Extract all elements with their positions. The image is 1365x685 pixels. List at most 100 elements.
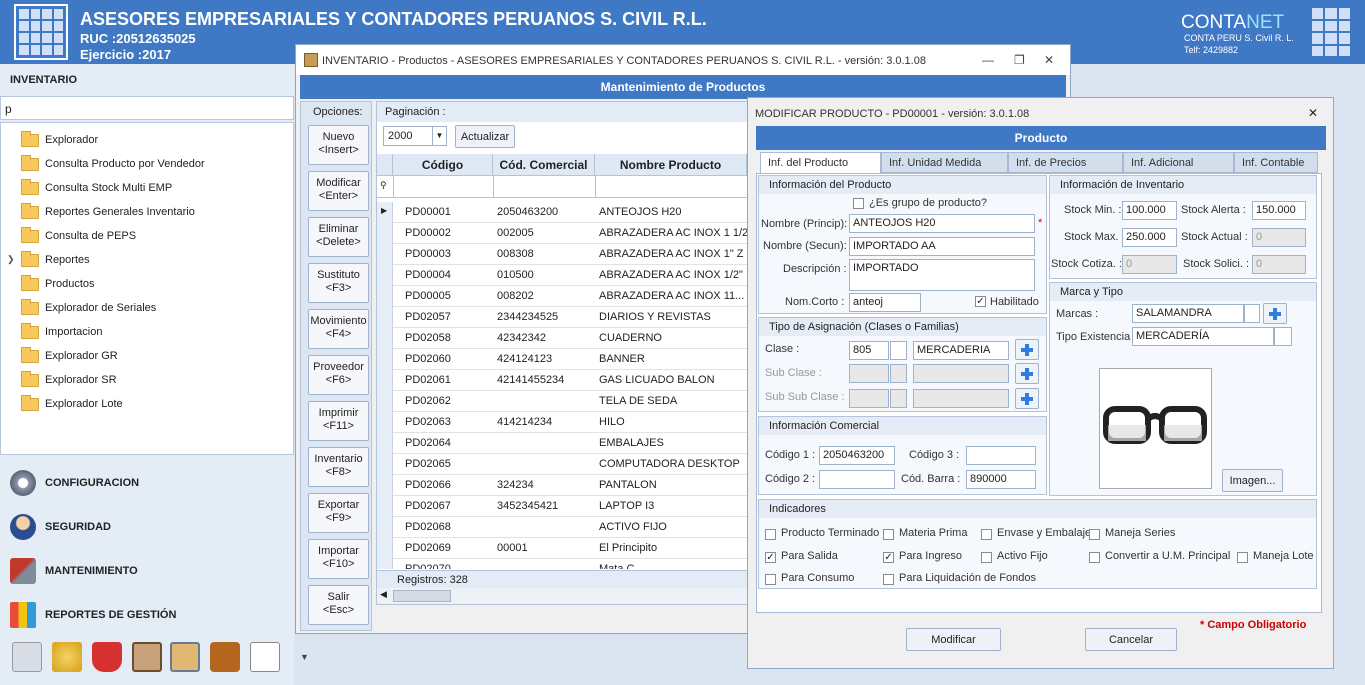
column-header-codigo[interactable]: Código bbox=[393, 154, 493, 176]
coins-icon[interactable] bbox=[52, 642, 82, 672]
more-dropdown-icon[interactable]: ▼ bbox=[300, 652, 309, 662]
table-row[interactable]: PD02067 3452345421 LAPTOP I3 bbox=[377, 496, 747, 517]
column-header-cod-comercial[interactable]: Cód. Comercial bbox=[493, 154, 595, 176]
row-selector[interactable] bbox=[377, 286, 393, 307]
indicator-checkbox[interactable] bbox=[981, 529, 992, 540]
indicator-checkbox[interactable] bbox=[981, 552, 992, 563]
tree-item-explorador-sr[interactable]: Explorador SR bbox=[21, 370, 117, 390]
scroll-left-icon[interactable]: ◀ bbox=[380, 589, 387, 600]
proveedor-button[interactable]: Proveedor <F6> bbox=[308, 355, 369, 395]
row-selector[interactable] bbox=[377, 475, 393, 496]
indicator-checkbox[interactable] bbox=[1089, 552, 1100, 563]
codigo2-input[interactable] bbox=[819, 470, 895, 489]
table-row[interactable]: PD00002 002005 ABRAZADERA AC INOX 1 1/2" bbox=[377, 223, 747, 244]
marcas-lookup[interactable] bbox=[1244, 304, 1260, 323]
table-row[interactable]: PD02057 2344234525 DIARIOS Y REVISTAS bbox=[377, 307, 747, 328]
nav-reportes-gestion[interactable]: REPORTES DE GESTIÓN bbox=[10, 598, 176, 632]
importar-button[interactable]: Importar <F10> bbox=[308, 539, 369, 579]
page-size-select[interactable]: 2000 ▼ bbox=[383, 126, 447, 146]
subclase-input[interactable] bbox=[849, 364, 889, 383]
tab-inf-contable[interactable]: Inf. Contable bbox=[1234, 152, 1318, 173]
tab-inf-producto[interactable]: Inf. del Producto bbox=[760, 152, 881, 173]
secun-input[interactable]: IMPORTADO AA bbox=[849, 237, 1035, 256]
calculator-icon[interactable] bbox=[12, 642, 42, 672]
marcas-input[interactable]: SALAMANDRA bbox=[1132, 304, 1244, 323]
tree-item-peps[interactable]: Consulta de PEPS bbox=[21, 226, 136, 246]
row-selector[interactable] bbox=[377, 412, 393, 433]
table-row[interactable]: PD02065 COMPUTADORA DESKTOP bbox=[377, 454, 747, 475]
codigo1-input[interactable]: 2050463200 bbox=[819, 446, 895, 465]
row-selector[interactable] bbox=[377, 517, 393, 538]
filter-row[interactable]: ⚲ bbox=[377, 176, 747, 198]
tipo-existencia-input[interactable]: MERCADERÍA bbox=[1132, 327, 1274, 346]
indicator-checkbox[interactable] bbox=[765, 529, 776, 540]
nombre-input[interactable]: ANTEOJOS H20 bbox=[849, 214, 1035, 233]
add-clase-icon[interactable] bbox=[1015, 339, 1039, 360]
tipo-existencia-lookup[interactable] bbox=[1274, 327, 1292, 346]
table-row[interactable]: PD02064 EMBALAJES bbox=[377, 433, 747, 454]
stock-alerta-input[interactable]: 150.000 bbox=[1252, 201, 1306, 220]
search-input[interactable]: p bbox=[0, 96, 294, 120]
table-row[interactable]: PD02062 TELA DE SEDA bbox=[377, 391, 747, 412]
close-icon[interactable]: ✕ bbox=[1308, 106, 1318, 120]
table-row[interactable]: PD00004 010500 ABRAZADERA AC INOX 1/2" bbox=[377, 265, 747, 286]
nav-seguridad[interactable]: SEGURIDAD bbox=[10, 510, 111, 544]
tree-item-consulta-vendedor[interactable]: Consulta Producto por Vendedor bbox=[21, 154, 205, 174]
indicator-checkbox[interactable]: ✓ bbox=[765, 552, 776, 563]
row-selector[interactable] bbox=[377, 349, 393, 370]
indicator-checkbox[interactable]: ✓ bbox=[883, 552, 894, 563]
nav-configuracion[interactable]: CONFIGURACION bbox=[10, 466, 139, 500]
row-selector[interactable] bbox=[377, 370, 393, 391]
inventario-button[interactable]: Inventario <F8> bbox=[308, 447, 369, 487]
wallet-icon[interactable] bbox=[210, 642, 240, 672]
table-row[interactable]: PD00003 008308 ABRAZADERA AC INOX 1" Z bbox=[377, 244, 747, 265]
desc-textarea[interactable]: IMPORTADO bbox=[849, 259, 1035, 291]
tree-item-seriales[interactable]: Explorador de Seriales bbox=[21, 298, 156, 318]
imprimir-button[interactable]: Imprimir <F11> bbox=[308, 401, 369, 441]
column-header-nombre[interactable]: Nombre Producto bbox=[595, 154, 747, 176]
row-selector[interactable] bbox=[377, 328, 393, 349]
table-row[interactable]: PD02060 424124123 BANNER bbox=[377, 349, 747, 370]
movimiento-button[interactable]: Movimiento <F4> bbox=[308, 309, 369, 349]
habilitado-checkbox[interactable]: ✓ bbox=[975, 296, 986, 307]
imagen-button[interactable]: Imagen... bbox=[1222, 469, 1283, 492]
table-row[interactable]: PD02058 42342342 CUADERNO bbox=[377, 328, 747, 349]
tree-item-reportes[interactable]: Reportes bbox=[21, 250, 90, 270]
table-row[interactable]: ▶ PD00001 2050463200 ANTEOJOS H20 bbox=[377, 202, 747, 223]
stock-min-input[interactable]: 100.000 bbox=[1122, 201, 1177, 220]
table-row[interactable]: PD02069 00001 El Principito bbox=[377, 538, 747, 559]
nuevo-button[interactable]: Nuevo <Insert> bbox=[308, 125, 369, 165]
cancelar-button[interactable]: Cancelar bbox=[1085, 628, 1177, 651]
row-selector[interactable] bbox=[377, 265, 393, 286]
tree-item-consulta-stock[interactable]: Consulta Stock Multi EMP bbox=[21, 178, 172, 198]
stock-max-input[interactable]: 250.000 bbox=[1122, 228, 1177, 247]
tab-inf-precios[interactable]: Inf. de Precios bbox=[1008, 152, 1123, 173]
scroll-thumb[interactable] bbox=[393, 590, 451, 602]
table-row[interactable]: PD02068 ACTIVO FIJO bbox=[377, 517, 747, 538]
tab-inf-unidad-medida[interactable]: Inf. Unidad Medida bbox=[881, 152, 1008, 173]
table-row[interactable]: PD02063 414214234 HILO bbox=[377, 412, 747, 433]
table-row[interactable]: PD02061 42141455234 GAS LICUADO BALON bbox=[377, 370, 747, 391]
add-marca-icon[interactable] bbox=[1263, 303, 1287, 324]
row-selector[interactable] bbox=[377, 496, 393, 517]
tree-item-explorador[interactable]: Explorador bbox=[21, 130, 98, 150]
indicator-checkbox[interactable] bbox=[765, 574, 776, 585]
invoice-icon[interactable] bbox=[250, 642, 280, 672]
row-selector[interactable] bbox=[377, 223, 393, 244]
row-selector[interactable] bbox=[377, 244, 393, 265]
tree-item-importacion[interactable]: Importacion bbox=[21, 322, 102, 342]
restore-icon[interactable]: ❐ bbox=[1014, 53, 1025, 67]
salir-button[interactable]: Salir <Esc> bbox=[308, 585, 369, 625]
sustituto-button[interactable]: Sustituto <F3> bbox=[308, 263, 369, 303]
table-row[interactable]: PD00005 008202 ABRAZADERA AC INOX 11... bbox=[377, 286, 747, 307]
tree-item-productos[interactable]: Productos bbox=[21, 274, 95, 294]
corto-input[interactable]: anteoj bbox=[849, 293, 921, 312]
clase-lookup[interactable] bbox=[890, 341, 907, 360]
row-selector[interactable] bbox=[377, 307, 393, 328]
expand-arrow-icon[interactable]: ❯ bbox=[7, 254, 15, 265]
row-selector[interactable] bbox=[377, 433, 393, 454]
indicator-checkbox[interactable] bbox=[1237, 552, 1248, 563]
row-selector[interactable] bbox=[377, 391, 393, 412]
cart-icon[interactable] bbox=[92, 642, 122, 672]
tree-item-explorador-lote[interactable]: Explorador Lote bbox=[21, 394, 123, 414]
